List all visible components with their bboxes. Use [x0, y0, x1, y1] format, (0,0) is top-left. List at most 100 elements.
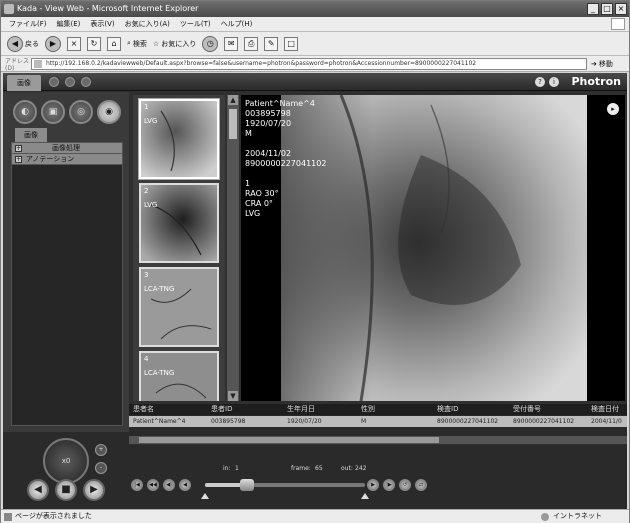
- thumbnail-2[interactable]: 2 LVG: [139, 183, 219, 263]
- scroll-down-icon[interactable]: ▼: [228, 391, 238, 401]
- address-field[interactable]: http://192.168.0.2/kadaviewweb/Default.a…: [31, 57, 587, 70]
- stop-button[interactable]: ×: [67, 36, 81, 51]
- windows-logo-icon: [611, 18, 625, 30]
- status-text: ページが表示されました: [15, 512, 92, 520]
- zoom-tool-icon[interactable]: ◎: [69, 100, 93, 124]
- play-button[interactable]: ▶: [83, 479, 105, 501]
- thumbnail-caption: LCA-TNG: [144, 285, 175, 293]
- thumbnail-caption: LCA-TNG: [144, 369, 175, 377]
- discuss-button[interactable]: □: [284, 36, 299, 51]
- birth-date: 1920/07/20: [245, 119, 292, 128]
- menu-edit[interactable]: 編集(E): [57, 19, 81, 29]
- maximize-button[interactable]: □: [601, 3, 613, 15]
- left-panel: ◐ ▣ ◎ ◉ 画像 + 画像処理 + アノテーション: [3, 92, 129, 432]
- go-button[interactable]: ➔ 移動: [591, 59, 613, 69]
- column-header[interactable]: 生年月日: [287, 404, 315, 415]
- menu-file[interactable]: ファイル(F): [9, 19, 47, 29]
- tab-image-panel[interactable]: 画像: [15, 128, 47, 142]
- menu-favorites[interactable]: お気に入り(A): [125, 19, 170, 29]
- table-row[interactable]: Patient^Name^4 003895798 1920/07/20 M 89…: [129, 416, 627, 427]
- pan-tool-icon[interactable]: ◉: [97, 100, 121, 124]
- menu-view[interactable]: 表示(V): [90, 19, 114, 29]
- page-icon: [34, 59, 42, 68]
- first-frame-icon[interactable]: |◀: [131, 479, 143, 491]
- stop-play-button[interactable]: ■: [55, 479, 77, 501]
- forward-button[interactable]: ▶: [45, 35, 61, 52]
- speed-label: x0: [61, 457, 71, 465]
- column-header[interactable]: 検査ID: [437, 404, 458, 415]
- ie-icon: [4, 4, 14, 14]
- cell-birth-date: 1920/07/20: [287, 418, 322, 425]
- speed-up-icon[interactable]: +: [95, 444, 107, 456]
- window-level-tool-icon[interactable]: ◐: [13, 100, 37, 124]
- tab-images[interactable]: 画像: [7, 75, 41, 91]
- column-header[interactable]: 性別: [361, 404, 375, 415]
- patient-sex: M: [245, 129, 252, 138]
- grid-icon[interactable]: [65, 77, 75, 87]
- info-icon[interactable]: i: [549, 77, 559, 87]
- jog-dial[interactable]: x0: [43, 438, 89, 484]
- thumbnail-scrollbar[interactable]: ▲ ▼: [227, 95, 239, 401]
- minimize-button[interactable]: _: [587, 3, 599, 15]
- prev-frame-icon[interactable]: ◀◀: [147, 479, 159, 491]
- step-forward-icon[interactable]: |▶: [383, 479, 395, 491]
- speed-down-icon[interactable]: -: [95, 462, 107, 474]
- prev-button[interactable]: ◀: [27, 479, 49, 501]
- menu-tools[interactable]: ツール(T): [180, 19, 211, 29]
- menu-help[interactable]: ヘルプ(H): [221, 19, 253, 29]
- tool-tree: + 画像処理 + アノテーション: [11, 142, 123, 426]
- cra-angle: CRA 0°: [245, 199, 273, 208]
- column-header[interactable]: 受付番号: [513, 404, 541, 415]
- tree-item-image-processing[interactable]: + 画像処理: [12, 143, 122, 154]
- measure-tool-icon[interactable]: ▣: [41, 100, 65, 124]
- frame-controls: in: 1 frame: 65 out: 242 |◀ ◀◀ ◀| ◀ ▶ |▶…: [129, 445, 627, 509]
- loop-icon[interactable]: ↺: [399, 479, 411, 491]
- viewer-menu-icon[interactable]: ▸: [607, 103, 619, 115]
- thumbnail-4[interactable]: 4 LCA-TNG: [139, 351, 219, 401]
- cell-sex: M: [361, 418, 367, 425]
- refresh-button[interactable]: ↻: [87, 36, 101, 51]
- out-label: out:: [341, 465, 353, 472]
- slider-handle[interactable]: [239, 479, 254, 491]
- out-marker[interactable]: [361, 493, 369, 499]
- print-button[interactable]: ⎙: [244, 36, 259, 51]
- thumbnail-image: [141, 269, 217, 345]
- thumbnail-3[interactable]: 3 LCA-TNG: [139, 267, 219, 347]
- search-label: 検索: [132, 39, 147, 48]
- out-value: 242: [355, 465, 367, 472]
- column-header[interactable]: 検査日付: [591, 404, 619, 415]
- column-header[interactable]: 患者名: [133, 404, 154, 415]
- angiogram-image: [281, 95, 587, 401]
- close-button[interactable]: ×: [615, 3, 627, 15]
- help-icon[interactable]: ?: [535, 77, 545, 87]
- home-button[interactable]: ⌂: [107, 36, 121, 51]
- column-header[interactable]: 患者ID: [211, 404, 232, 415]
- favorites-button[interactable]: ☆ お気に入り: [153, 39, 196, 49]
- history-button[interactable]: ◷: [202, 35, 219, 52]
- search-button[interactable]: ⌕ 検索: [127, 39, 147, 49]
- image-viewer[interactable]: Patient^Name^4 003895798 1920/07/20 M 20…: [241, 95, 625, 401]
- mail-button[interactable]: ✉: [224, 36, 239, 51]
- scroll-thumb[interactable]: [229, 109, 237, 139]
- step-back-icon[interactable]: ◀|: [163, 479, 175, 491]
- table-scrollbar[interactable]: [129, 436, 627, 444]
- in-marker[interactable]: [201, 493, 209, 499]
- scroll-thumb[interactable]: [139, 437, 439, 443]
- tree-item-annotation[interactable]: + アノテーション: [12, 154, 122, 165]
- frame-slider[interactable]: [205, 479, 365, 491]
- layout-icon[interactable]: [49, 77, 59, 87]
- frame-label: frame:: [291, 465, 311, 472]
- accession-number: 8900000227041102: [245, 159, 327, 168]
- play-reverse-icon[interactable]: ◀: [179, 479, 191, 491]
- settings-icon[interactable]: [81, 77, 91, 87]
- patient-id: 003895798: [245, 109, 291, 118]
- study-date: 2004/11/02: [245, 149, 292, 158]
- sync-icon[interactable]: ⇄: [415, 479, 427, 491]
- back-button[interactable]: ◀ 戻る: [7, 35, 39, 52]
- play-forward-icon[interactable]: ▶: [367, 479, 379, 491]
- edit-button[interactable]: ✎: [264, 36, 279, 51]
- scroll-up-icon[interactable]: ▲: [228, 95, 238, 105]
- thumbnail-strip: 1 LVG 2 LVG 3 LCA-TNG 4 LCA-TNG: [133, 95, 225, 401]
- thumbnail-1[interactable]: 1 LVG: [139, 99, 219, 179]
- patient-name: Patient^Name^4: [245, 99, 315, 108]
